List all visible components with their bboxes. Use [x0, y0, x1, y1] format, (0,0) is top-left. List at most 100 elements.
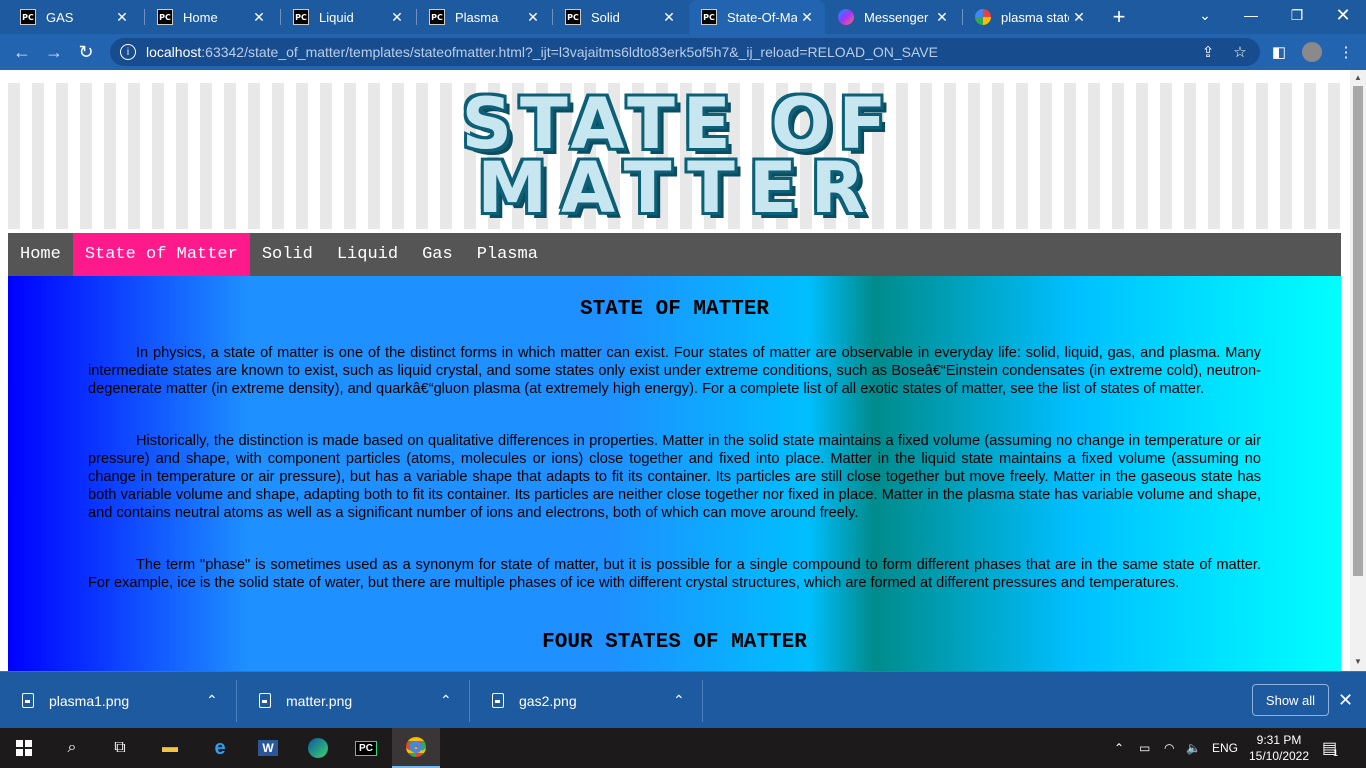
- download-filename: gas2.png: [519, 692, 577, 709]
- tab-title: Solid: [591, 9, 620, 25]
- file-icon: [22, 693, 34, 708]
- file-icon: [259, 693, 271, 708]
- close-icon[interactable]: ✕: [387, 9, 407, 26]
- download-item[interactable]: matter.png ⌃: [237, 672, 469, 729]
- nav-gas[interactable]: Gas: [410, 233, 465, 276]
- show-all-button[interactable]: Show all: [1252, 684, 1329, 716]
- file-explorer-icon[interactable]: ▬: [146, 728, 194, 768]
- tab-solid[interactable]: PC Solid ✕: [553, 0, 687, 34]
- new-tab-button[interactable]: +: [1096, 2, 1142, 32]
- pycharm-icon: PC: [565, 9, 581, 25]
- pycharm-icon: PC: [157, 9, 173, 25]
- clock[interactable]: 9:31 PM 15/10/2022: [1246, 728, 1312, 768]
- download-item[interactable]: gas2.png ⌃: [470, 672, 702, 729]
- word-icon[interactable]: W: [244, 728, 292, 768]
- scroll-thumb[interactable]: [1353, 86, 1363, 576]
- edge-icon[interactable]: [294, 728, 342, 768]
- restore-button[interactable]: ❐: [1274, 0, 1320, 30]
- nav-plasma[interactable]: Plasma: [465, 233, 550, 276]
- windows-start-icon[interactable]: [0, 728, 48, 768]
- site-nav: Home State of Matter Solid Liquid Gas Pl…: [8, 233, 1341, 276]
- pycharm-icon: PC: [701, 9, 717, 25]
- section-heading: FOUR STATES OF MATTER: [542, 631, 807, 654]
- download-filename: plasma1.png: [49, 692, 130, 709]
- tab-title: GAS: [46, 9, 74, 25]
- nav-solid[interactable]: Solid: [250, 233, 325, 276]
- banner-image: STATE OF MATTER: [8, 79, 1341, 229]
- close-icon[interactable]: ✕: [1069, 9, 1089, 26]
- share-icon[interactable]: ⇪: [1198, 42, 1218, 62]
- pycharm-icon: PC: [293, 9, 309, 25]
- close-window-button[interactable]: ✕: [1320, 0, 1366, 30]
- divider: [702, 680, 703, 722]
- clock-time: 9:31 PM: [1256, 733, 1302, 747]
- tab-home[interactable]: PC Home ✕: [145, 0, 277, 34]
- notification-icon[interactable]: ▤ 1: [1322, 728, 1338, 768]
- tab-title: State-Of-Mat: [727, 9, 797, 25]
- minimize-button[interactable]: —: [1228, 0, 1274, 30]
- close-icon[interactable]: ✕: [659, 9, 679, 26]
- pycharm-icon[interactable]: PC: [342, 728, 390, 768]
- tab-title: Home: [183, 9, 218, 25]
- chevron-up-icon[interactable]: ⌃: [673, 692, 685, 709]
- side-panel-icon[interactable]: ◧: [1269, 42, 1289, 62]
- bookmark-star-icon[interactable]: ☆: [1230, 42, 1250, 62]
- close-icon[interactable]: ✕: [249, 9, 269, 26]
- page-viewport: STATE OF MATTER Home State of Matter Sol…: [0, 70, 1350, 671]
- chevron-up-icon[interactable]: ⌃: [206, 692, 218, 709]
- tab-messenger[interactable]: Messenger ✕: [826, 0, 960, 34]
- address-bar[interactable]: i localhost :63342/state_of_matter/templ…: [110, 38, 1260, 66]
- clock-date: 15/10/2022: [1248, 749, 1310, 763]
- url-host: localhost: [146, 44, 202, 60]
- close-icon[interactable]: ✕: [797, 9, 817, 26]
- close-icon[interactable]: ✕: [112, 9, 132, 26]
- search-icon[interactable]: ⌕: [48, 728, 96, 768]
- edge-legacy-icon[interactable]: e: [196, 728, 244, 768]
- wifi-icon[interactable]: ◠: [1164, 728, 1174, 768]
- download-filename: matter.png: [286, 692, 353, 709]
- language-indicator[interactable]: ENG: [1212, 728, 1238, 768]
- avatar[interactable]: [1302, 42, 1322, 62]
- forward-arrow-icon[interactable]: →: [42, 40, 66, 64]
- close-icon[interactable]: ✕: [932, 9, 952, 26]
- page-title: STATE OF MATTER: [579, 298, 770, 321]
- task-view-icon[interactable]: ⧉: [96, 728, 144, 768]
- reload-icon[interactable]: ↻: [74, 40, 98, 64]
- tab-plasma[interactable]: PC Plasma ✕: [417, 0, 551, 34]
- tab-title: plasma state: [1001, 9, 1069, 25]
- page-scrollbar[interactable]: ▲ ▼: [1350, 70, 1366, 671]
- paragraph: The term "phase" is sometimes used as a …: [88, 557, 1261, 591]
- battery-icon[interactable]: ▭: [1139, 728, 1150, 768]
- url-path: :63342/state_of_matter/templates/stateof…: [201, 44, 938, 60]
- close-icon[interactable]: ✕: [1338, 690, 1353, 711]
- tab-state-of-matter[interactable]: PC State-Of-Mat ✕: [689, 0, 825, 34]
- scroll-up-icon[interactable]: ▲: [1353, 73, 1363, 82]
- tab-title: Plasma: [455, 9, 499, 25]
- menu-dots-icon[interactable]: ⋮: [1336, 42, 1356, 62]
- file-icon: [492, 693, 504, 708]
- volume-icon[interactable]: 🔈: [1186, 728, 1201, 768]
- close-icon[interactable]: ✕: [523, 9, 543, 26]
- notification-count: 1: [1333, 748, 1339, 758]
- scroll-down-icon[interactable]: ▼: [1353, 657, 1363, 666]
- main-content: STATE OF MATTER In physics, a state of m…: [8, 276, 1341, 671]
- nav-liquid[interactable]: Liquid: [325, 233, 410, 276]
- back-arrow-icon[interactable]: ←: [10, 40, 34, 64]
- tab-search-chevron-icon[interactable]: ⌄: [1182, 0, 1228, 30]
- chevron-up-icon[interactable]: ⌃: [440, 692, 452, 709]
- tab-liquid[interactable]: PC Liquid ✕: [281, 0, 415, 34]
- nav-state-of-matter[interactable]: State of Matter: [72, 233, 250, 276]
- chrome-icon[interactable]: [392, 728, 440, 768]
- tab-strip: PC GAS ✕ PC Home ✕ PC Liquid ✕ PC Plasma…: [0, 0, 1366, 34]
- google-icon: [975, 9, 991, 25]
- paragraph: In physics, a state of matter is one of …: [88, 345, 1261, 397]
- browser-toolbar: ← → ↻ i localhost :63342/state_of_matter…: [0, 34, 1366, 70]
- info-icon[interactable]: i: [120, 44, 136, 60]
- download-item[interactable]: plasma1.png ⌃: [0, 672, 236, 729]
- tab-plasma-state[interactable]: plasma state ✕: [963, 0, 1097, 34]
- nav-home[interactable]: Home: [8, 233, 73, 276]
- tray-chevron-icon[interactable]: ⌃: [1114, 728, 1124, 768]
- tab-gas[interactable]: PC GAS ✕: [8, 0, 140, 34]
- paragraph: Historically, the distinction is made ba…: [88, 433, 1261, 521]
- downloads-bar: plasma1.png ⌃ matter.png ⌃ gas2.png ⌃ Sh…: [0, 671, 1366, 728]
